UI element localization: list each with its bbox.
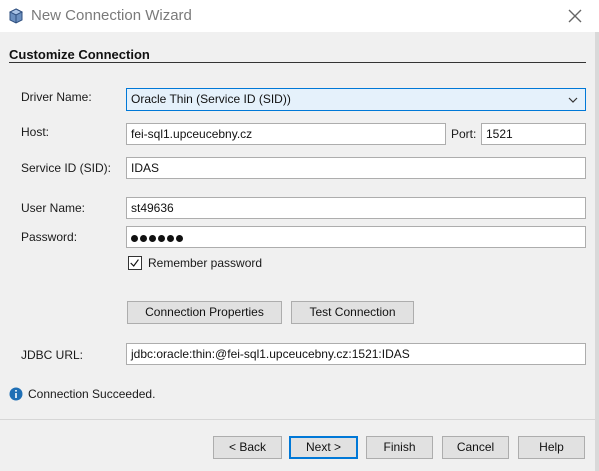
info-icon (9, 387, 23, 401)
port-label: Port: (451, 127, 477, 141)
host-label: Host: (21, 125, 50, 139)
cancel-button[interactable]: Cancel (442, 436, 509, 459)
finish-button[interactable]: Finish (366, 436, 433, 459)
port-input[interactable]: 1521 (481, 123, 586, 145)
footer-divider (0, 419, 599, 420)
user-name-input[interactable]: st49636 (126, 197, 586, 219)
password-input[interactable] (126, 226, 586, 248)
test-connection-button[interactable]: Test Connection (291, 301, 414, 324)
user-name-label: User Name: (21, 201, 86, 215)
driver-name-select[interactable]: Oracle Thin (Service ID (SID)) (126, 88, 586, 111)
remember-password-label: Remember password (148, 256, 263, 270)
service-id-label: Service ID (SID): (21, 161, 112, 175)
jdbc-url-input[interactable]: jdbc:oracle:thin:@fei-sql1.upceucebny.cz… (126, 343, 586, 365)
status-message: Connection Succeeded. (28, 387, 156, 401)
password-dot (140, 235, 147, 243)
host-input[interactable]: fei-sql1.upceucebny.cz (126, 123, 446, 145)
window-title: New Connection Wizard (31, 7, 192, 24)
next-button[interactable]: Next > (289, 436, 358, 459)
driver-name-label: Driver Name: (21, 90, 92, 104)
app-cube-icon (9, 8, 23, 24)
password-dot (149, 235, 156, 243)
window-edge (595, 32, 599, 471)
close-icon[interactable] (563, 4, 587, 28)
password-dot (131, 235, 138, 243)
section-title: Customize Connection (9, 47, 150, 62)
chevron-down-icon (568, 97, 578, 103)
jdbc-url-label: JDBC URL: (21, 348, 84, 362)
password-dot (167, 235, 174, 243)
connection-properties-button[interactable]: Connection Properties (127, 301, 282, 324)
password-dot (176, 235, 183, 243)
back-button[interactable]: < Back (213, 436, 282, 459)
help-button[interactable]: Help (518, 436, 585, 459)
driver-name-value: Oracle Thin (Service ID (SID)) (131, 92, 291, 106)
password-mask (131, 231, 185, 245)
remember-password-checkbox[interactable] (128, 256, 142, 270)
service-id-input[interactable]: IDAS (126, 157, 586, 179)
password-dot (158, 235, 165, 243)
checkmark-icon (130, 259, 139, 267)
section-divider (9, 62, 586, 63)
password-label: Password: (21, 230, 78, 244)
